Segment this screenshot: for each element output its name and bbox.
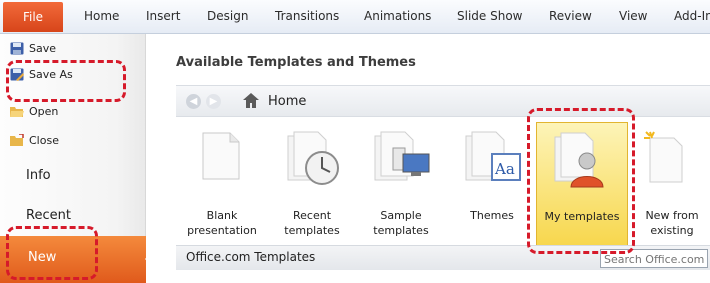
- office-com-label: Office.com Templates: [186, 250, 316, 264]
- open-label: Open: [29, 105, 59, 118]
- template-label: New from existing: [645, 209, 699, 237]
- template-label: Themes: [470, 209, 514, 222]
- template-themes[interactable]: Aa Themes: [452, 122, 532, 250]
- info-item[interactable]: Info: [26, 168, 51, 183]
- template-recent[interactable]: Recent templates: [272, 122, 352, 250]
- new-from-existing-icon: [644, 131, 683, 183]
- save-label: Save: [29, 42, 57, 55]
- sample-templates-icon: [374, 131, 430, 181]
- close-label: Close: [29, 134, 59, 147]
- highlight-new: [6, 226, 98, 280]
- recent-item[interactable]: Recent: [26, 208, 71, 223]
- template-label: Sample templates: [373, 209, 429, 237]
- tab-design[interactable]: Design: [207, 9, 248, 23]
- open-folder-icon: [10, 105, 24, 118]
- forward-arrow-icon[interactable]: ▶: [206, 94, 221, 109]
- selection-pointer-icon: [145, 250, 154, 268]
- blank-document-icon: [202, 132, 240, 180]
- svg-text:Aa: Aa: [494, 160, 515, 178]
- tab-view[interactable]: View: [619, 9, 647, 23]
- highlight-save-as: [6, 60, 126, 102]
- home-icon[interactable]: [242, 92, 260, 112]
- themes-icon: Aa: [465, 131, 521, 181]
- template-label: Blank presentation: [187, 209, 257, 237]
- tab-add-ins[interactable]: Add-In: [674, 9, 710, 23]
- template-new-from-existing[interactable]: New from existing: [632, 122, 710, 250]
- close-button[interactable]: Close: [10, 133, 59, 147]
- template-sample[interactable]: Sample templates: [361, 122, 441, 250]
- tab-review[interactable]: Review: [549, 9, 592, 23]
- template-label: Recent templates: [284, 209, 340, 237]
- tab-home[interactable]: Home: [84, 9, 119, 23]
- tab-slide-show[interactable]: Slide Show: [457, 9, 522, 23]
- open-button[interactable]: Open: [10, 105, 58, 118]
- save-disk-icon: [10, 42, 24, 55]
- tab-animations[interactable]: Animations: [364, 9, 431, 23]
- ribbon-tab-bar: File Home Insert Design Transitions Anim…: [0, 0, 710, 34]
- page-title: Available Templates and Themes: [176, 55, 416, 70]
- tab-file[interactable]: File: [3, 2, 63, 32]
- tab-transitions[interactable]: Transitions: [275, 9, 339, 23]
- back-arrow-icon[interactable]: ◀: [186, 94, 201, 109]
- tab-insert[interactable]: Insert: [146, 9, 180, 23]
- breadcrumb-home[interactable]: Home: [268, 94, 306, 109]
- recent-templates-icon: [287, 131, 339, 185]
- highlight-my-templates: [527, 108, 635, 254]
- template-blank-presentation[interactable]: Blank presentation: [182, 122, 262, 250]
- close-folder-icon: [10, 133, 24, 147]
- save-button[interactable]: Save: [10, 42, 56, 55]
